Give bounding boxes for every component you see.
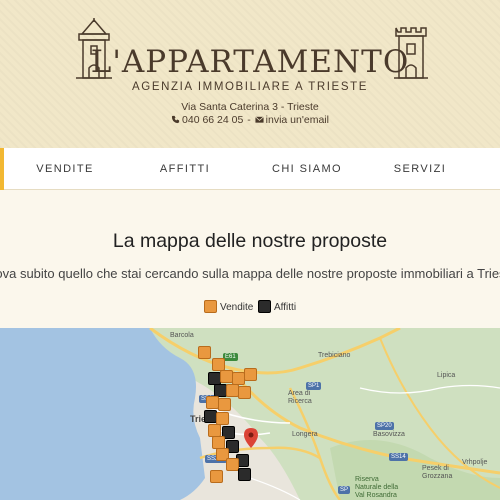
rent-marker-icon <box>258 300 271 313</box>
tagline: AGENZIA IMMOBILIARE A TRIESTE <box>132 81 368 93</box>
phone-icon <box>171 115 180 124</box>
email-link[interactable]: invia un'email <box>266 114 329 126</box>
nav-accent-bar <box>0 148 4 190</box>
legend-rent-label: Affitti <box>274 302 297 313</box>
road-badge-e61: E61 <box>223 353 238 361</box>
nav-item-servizi[interactable]: SERVIZI <box>385 148 455 190</box>
properties-map[interactable]: Barcola Trebiciano Lipica Area di Ricerc… <box>0 328 500 500</box>
map-label-riserva: Riserva Naturale della Val Rosandra <box>355 476 399 499</box>
main-nav: VENDITE AFFITTI CHI SIAMO SERVIZI <box>0 148 500 190</box>
map-label-pesek: Pesek di Grozzana <box>422 465 453 480</box>
map-location-pin-icon[interactable] <box>244 428 258 448</box>
nav-item-vendite[interactable]: VENDITE <box>30 148 100 190</box>
nav-item-chi-siamo[interactable]: CHI SIAMO <box>262 148 352 190</box>
road-badge-sp1: SP1 <box>306 382 322 390</box>
castle-tower-logo-right <box>394 27 428 79</box>
page-subtitle: Trova subito quello che stai cercando su… <box>0 266 500 281</box>
map-marker-sale[interactable] <box>218 398 231 411</box>
map-label-longera: Longera <box>292 431 318 438</box>
address: Via Santa Caterina 3 - Trieste <box>181 101 319 113</box>
nav-item-affitti[interactable]: AFFITTI <box>150 148 220 190</box>
map-label-trebiciano: Trebiciano <box>318 352 351 359</box>
map-label-basovizza: Basovizza <box>373 431 405 438</box>
road-badge-sp20: SP20 <box>375 422 394 430</box>
map-marker-sale[interactable] <box>238 386 251 399</box>
sale-marker-icon <box>204 300 217 313</box>
map-label-barcola: Barcola <box>170 332 194 339</box>
site-header: L'APPARTAMENTO AGENZIA IMMOBILIARE A TRI… <box>0 0 500 148</box>
map-marker-rent[interactable] <box>238 468 251 481</box>
envelope-icon <box>254 116 264 123</box>
map-label-area-ricerca: Area di Ricerca <box>288 390 312 405</box>
map-marker-sale[interactable] <box>210 470 223 483</box>
map-marker-sale[interactable] <box>244 368 257 381</box>
road-badge-sp: SP <box>338 486 351 494</box>
map-marker-sale[interactable] <box>198 346 211 359</box>
page-title: La mappa delle nostre proposte <box>112 230 388 252</box>
legend-sale-label: Vendite <box>220 302 254 313</box>
contact-line: 040 66 24 05 - invia un'email <box>0 114 500 126</box>
phone-number[interactable]: 040 66 24 05 <box>182 114 243 126</box>
map-label-vrhpolje: Vrhpolje <box>462 459 488 466</box>
map-label-lipica: Lipica <box>437 372 456 379</box>
legend-sale: Vendite <box>204 300 253 314</box>
road-badge-ss14b: SS14 <box>389 453 408 461</box>
legend-rent: Affitti <box>258 300 296 314</box>
